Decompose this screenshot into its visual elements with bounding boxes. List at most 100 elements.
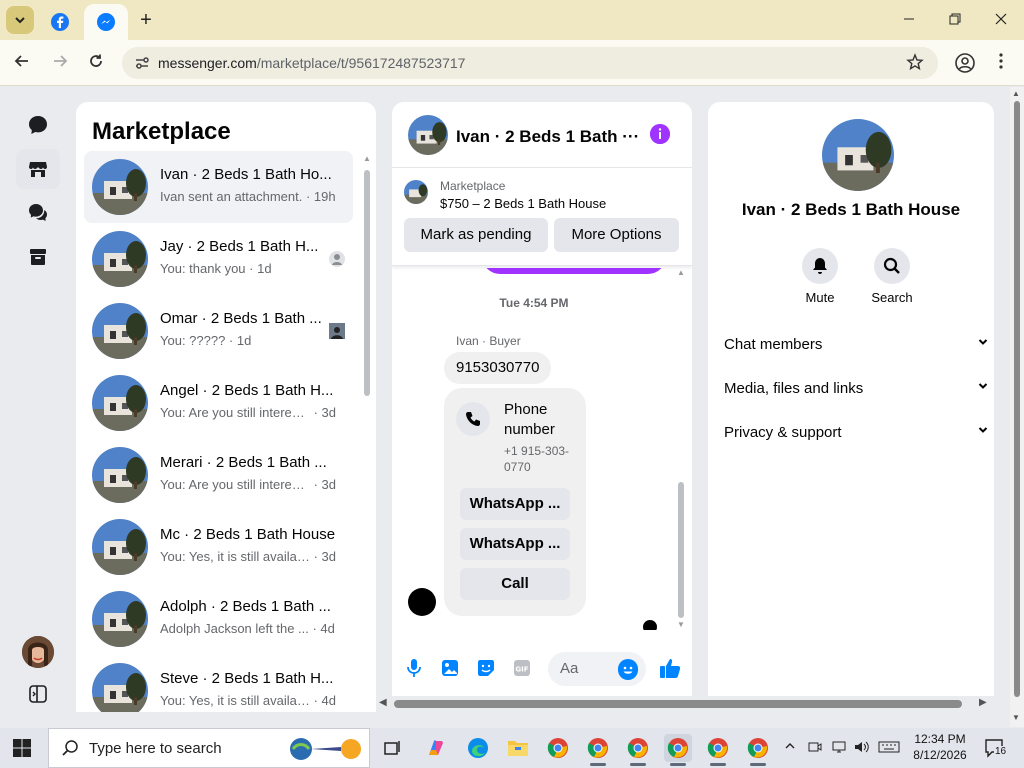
scroll-down-arrow[interactable]: ▼ [677,620,685,629]
conversation-snippet: You: thank you · 1d [160,261,272,276]
conversation-snippet: You: ????? · 1d [160,333,251,348]
mark-as-pending-button[interactable]: Mark as pending [404,218,548,252]
address-bar[interactable]: messenger.com/marketplace/t/956172487523… [122,47,938,79]
notification-center-button[interactable]: 16 [984,738,1008,758]
more-options-button[interactable]: More Options [554,218,679,252]
snippet-time: · 3d [310,477,337,492]
search-action[interactable]: Search [862,248,922,305]
snippet-text: You: Yes, it is still availabl... [160,549,310,564]
tab-facebook[interactable] [40,4,80,40]
scroll-left-arrow[interactable]: ◀ [379,697,387,708]
scrollbar-thumb[interactable] [394,700,962,708]
listing-avatar[interactable] [822,119,894,191]
page-horizontal-scrollbar[interactable]: ◀ ▶ [376,697,992,711]
mute-action[interactable]: Mute [790,248,850,305]
taskbar-search[interactable]: Type here to search [48,728,370,768]
rail-requests[interactable] [16,193,60,233]
chrome-profile-app-active[interactable] [664,734,692,766]
network-icon[interactable] [832,740,846,757]
read-receipt-avatar [643,620,657,630]
conversation-info-button[interactable] [650,124,670,144]
scroll-right-arrow[interactable]: ▶ [979,697,987,708]
conversation-item[interactable]: Merari · 2 Beds 1 Bath ... You: Are you … [84,439,353,511]
conversation-item[interactable]: Mc · 2 Beds 1 Bath House You: Yes, it is… [84,511,353,583]
rail-marketplace[interactable] [16,149,60,189]
browser-menu-button[interactable] [994,52,1008,74]
privacy-support-section[interactable]: Privacy & support [724,424,992,448]
task-view-button[interactable] [378,734,406,762]
volume-icon[interactable] [854,740,870,757]
like-button[interactable] [658,656,682,680]
start-button[interactable] [12,738,32,758]
minimize-button[interactable] [894,8,924,32]
house-avatar [92,447,148,503]
reload-button[interactable] [84,51,108,75]
rail-chats[interactable] [16,105,60,145]
conversation-item[interactable]: Omar · 2 Beds 1 Bath ... You: ????? · 1d [84,295,353,367]
new-tab-button[interactable]: + [132,8,160,32]
message-timestamp: Tue 4:54 PM [499,296,569,310]
file-explorer-app[interactable] [504,734,532,762]
house-photo-icon [404,180,428,204]
show-hidden-icons-button[interactable] [784,740,796,755]
message-scrollbar[interactable]: ▲ ▼ [676,268,686,630]
listing-thumbnail[interactable] [404,180,428,204]
tab-messenger[interactable] [84,4,128,40]
scroll-down-arrow[interactable]: ▼ [1012,713,1020,722]
forward-button[interactable] [48,51,72,75]
conversation-item[interactable]: Ivan · 2 Beds 1 Bath Ho... Ivan sent an … [84,151,353,223]
tab-search-button[interactable] [6,6,34,34]
call-button[interactable]: Call [460,568,570,600]
sender-avatar[interactable] [408,588,436,616]
page-vertical-scrollbar[interactable]: ▲ ▼ [1010,87,1024,727]
voice-clip-button[interactable] [404,658,424,678]
attach-media-button[interactable] [440,658,460,678]
keyboard-icon[interactable] [878,740,900,757]
close-window-button[interactable] [986,8,1016,32]
system-clock[interactable]: 12:34 PM 8/12/2026 [905,731,975,763]
copilot-app[interactable] [422,734,450,762]
whatsapp-button[interactable]: WhatsApp ... [460,488,570,520]
conversation-list-scrollbar[interactable]: ▲ [363,152,371,712]
house-photo-icon [92,591,148,647]
default-avatar-icon [332,254,342,265]
gif-button[interactable]: GIF [512,658,532,678]
chrome-profile-app[interactable] [744,734,772,766]
conversation-item[interactable]: Adolph · 2 Beds 1 Bath ... Adolph Jackso… [84,583,353,655]
scroll-up-arrow[interactable]: ▲ [677,268,685,277]
scroll-up-arrow[interactable]: ▲ [363,154,371,163]
message-input[interactable]: Aa [548,652,646,686]
chrome-profile-app[interactable] [624,734,652,766]
media-files-links-section[interactable]: Media, files and links [724,380,992,404]
scrollbar-thumb[interactable] [364,170,370,396]
scrollbar-thumb[interactable] [678,482,684,618]
back-button[interactable] [10,51,34,75]
restore-button[interactable] [940,8,970,32]
toggle-sidebar-button[interactable] [28,684,48,704]
house-photo-icon [92,375,148,431]
conversation-item[interactable]: Jay · 2 Beds 1 Bath H... You: thank you … [84,223,353,295]
scroll-up-arrow[interactable]: ▲ [1012,89,1020,98]
edge-app[interactable] [464,734,492,762]
site-info-icon[interactable] [134,55,150,71]
profile-icon[interactable] [954,52,976,74]
rail-archived[interactable] [16,237,60,277]
whatsapp-button[interactable]: WhatsApp ... [460,528,570,560]
conversation-item[interactable]: Steve · 2 Beds 1 Bath H... You: Yes, it … [84,655,353,712]
bookmark-button[interactable] [906,53,924,76]
house-avatar [92,519,148,575]
chat-avatar[interactable] [408,115,448,155]
meet-now-icon[interactable] [808,740,822,757]
scrollbar-thumb[interactable] [1014,101,1020,697]
sticker-button[interactable] [476,658,496,678]
chrome-profile-app[interactable] [704,734,732,766]
user-avatar[interactable] [22,636,54,668]
chat-members-section[interactable]: Chat members [724,336,992,360]
chat-title[interactable]: Ivan · 2 Beds 1 Bath ··· [456,127,639,147]
chrome-profile-app[interactable] [584,734,612,766]
incoming-message-bubble[interactable]: 9153030770 [444,352,552,384]
chrome-app[interactable] [544,734,572,762]
emoji-button[interactable] [618,659,638,680]
conversation-item[interactable]: Angel · 2 Beds 1 Bath H... You: Are you … [84,367,353,439]
listing-price[interactable]: $750 – 2 Beds 1 Bath House [440,196,606,211]
